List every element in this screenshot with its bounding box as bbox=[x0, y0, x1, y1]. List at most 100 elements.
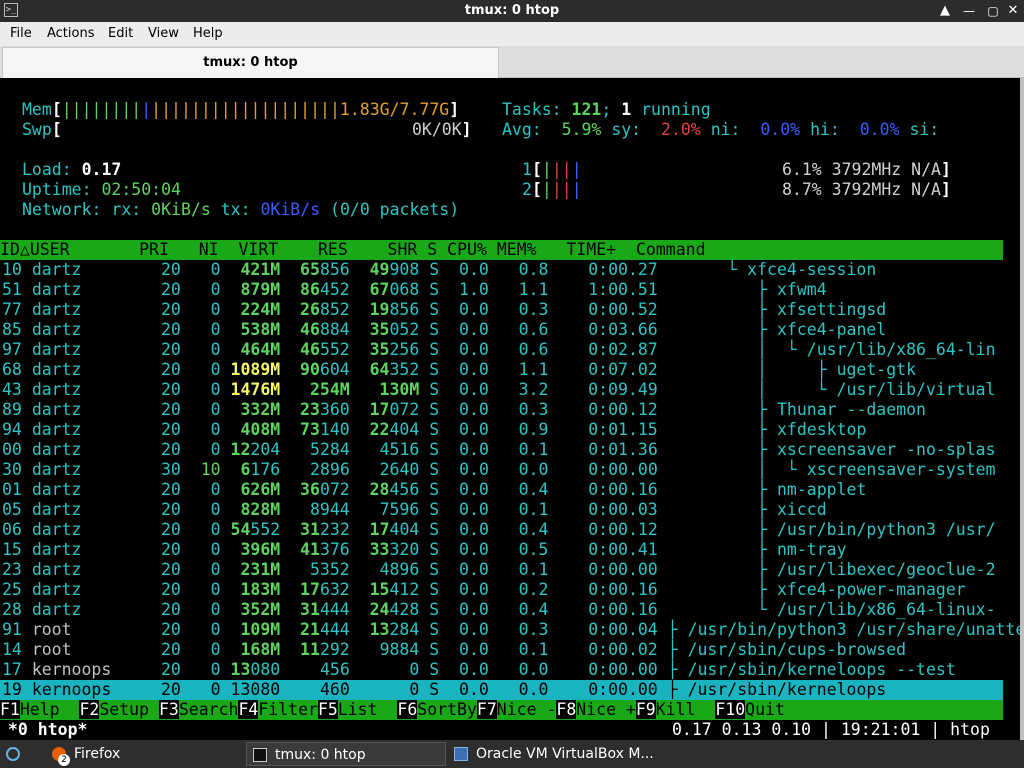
process-row[interactable]: 51 dartz 20 0 879M 86452 67068 S 1.0 1.1… bbox=[2, 280, 827, 300]
whisker-menu-icon[interactable] bbox=[6, 747, 20, 761]
shr-cell: 67068 bbox=[349, 280, 420, 299]
process-row[interactable]: 19 kernoops 20 0 13080 460 0 S 0.0 0.0 0… bbox=[2, 680, 886, 700]
pid-cell: 43 bbox=[2, 380, 32, 399]
fkey-f8[interactable]: F8 bbox=[556, 700, 577, 719]
priority-cell: 20 bbox=[121, 340, 181, 359]
col-cpu[interactable]: CPU% bbox=[447, 240, 487, 259]
minimize-button[interactable]: — bbox=[960, 2, 978, 20]
taskbar-item-virtualbox[interactable]: Oracle VM VirtualBox M... bbox=[448, 742, 658, 766]
mem-cell: 0.5 bbox=[488, 540, 549, 559]
process-row[interactable]: 97 dartz 20 0 464M 46552 35256 S 0.0 0.6… bbox=[2, 340, 996, 360]
command-cell: │ ├ uget-gtk bbox=[657, 360, 917, 379]
process-row[interactable]: 91 root 20 0 109M 21444 13284 S 0.0 0.3 … bbox=[2, 620, 1020, 640]
time-cell: 0:09.49 bbox=[548, 380, 658, 399]
process-row[interactable]: 06 dartz 20 0 54552 31232 17404 S 0.0 0.… bbox=[2, 520, 996, 540]
maximize-icon[interactable]: ▢ bbox=[984, 2, 1002, 20]
fkey-label-nice[interactable]: Nice - bbox=[497, 700, 557, 719]
state-cell: S bbox=[419, 300, 440, 319]
col-virt[interactable]: VIRT bbox=[238, 240, 278, 259]
tmux-window-label[interactable]: *0 htop* bbox=[0, 720, 87, 739]
process-table-header[interactable]: ID△USER PRI NI VIRT RES SHR S CPU% MEM% … bbox=[0, 240, 1003, 260]
res-cell: 254M bbox=[280, 380, 350, 399]
menu-actions[interactable]: Actions bbox=[47, 26, 95, 41]
col-res[interactable]: RES bbox=[318, 240, 348, 259]
fkey-label-quit[interactable]: Quit bbox=[745, 700, 785, 719]
fkey-label-setup[interactable]: Setup bbox=[99, 700, 159, 719]
fkey-f10[interactable]: F10 bbox=[715, 700, 746, 719]
process-row[interactable]: 28 dartz 20 0 352M 31444 24428 S 0.0 0.4… bbox=[2, 600, 996, 620]
fkey-label-list[interactable]: List bbox=[338, 700, 398, 719]
priority-cell: 20 bbox=[121, 600, 181, 619]
mem-cell: 0.9 bbox=[488, 420, 549, 439]
col-user[interactable]: USER bbox=[30, 240, 70, 259]
minimize-icon[interactable]: ▲ bbox=[936, 2, 954, 20]
col-pri[interactable]: PRI bbox=[139, 240, 169, 259]
process-row[interactable]: 43 dartz 20 0 1476M 254M 130M S 0.0 3.2 … bbox=[2, 380, 995, 400]
fkey-label-nice[interactable]: Nice + bbox=[576, 700, 636, 719]
process-row[interactable]: 17 kernoops 20 0 13080 456 0 S 0.0 0.0 0… bbox=[2, 660, 956, 680]
col-ni[interactable]: NI bbox=[199, 240, 219, 259]
close-icon[interactable]: ✕ bbox=[1004, 2, 1022, 20]
fkey-label-sortby[interactable]: SortBy bbox=[417, 700, 477, 719]
mem-cell: 0.1 bbox=[488, 560, 549, 579]
mem-meter: Mem[||||||||||||||||||||||||||||1.83G/7.… bbox=[22, 100, 460, 119]
command-cell: ├ /usr/sbin/kerneloops --test bbox=[657, 660, 956, 679]
fkey-label-help[interactable]: Help bbox=[20, 700, 80, 719]
process-row[interactable]: 00 dartz 20 0 12204 5284 4516 S 0.0 0.1 … bbox=[2, 440, 996, 460]
menu-help[interactable]: Help bbox=[193, 26, 223, 41]
fkey-f1[interactable]: F1 bbox=[0, 700, 20, 719]
fkey-f6[interactable]: F6 bbox=[397, 700, 418, 719]
fkey-f9[interactable]: F9 bbox=[635, 700, 656, 719]
nice-cell: 0 bbox=[180, 280, 221, 299]
process-row[interactable]: 77 dartz 20 0 224M 26852 19856 S 0.0 0.3… bbox=[2, 300, 886, 320]
col-command[interactable]: Command bbox=[636, 240, 706, 259]
uptime: Uptime: 02:50:04 bbox=[22, 180, 181, 199]
mem-cell: 0.4 bbox=[488, 520, 549, 539]
tab-tmux-htop[interactable]: tmux: 0 htop bbox=[2, 47, 499, 78]
col-shr[interactable]: SHR bbox=[388, 240, 418, 259]
process-row[interactable]: 10 dartz 20 0 421M 65856 49908 S 0.0 0.8… bbox=[2, 260, 876, 280]
time-cell: 0:00.02 bbox=[548, 640, 658, 659]
process-row[interactable]: 25 dartz 20 0 183M 17632 15412 S 0.0 0.2… bbox=[2, 580, 966, 600]
res-cell: 86452 bbox=[280, 280, 350, 299]
virt-cell: 626M bbox=[220, 480, 281, 499]
fkey-f2[interactable]: F2 bbox=[79, 700, 100, 719]
time-cell: 0:00.00 bbox=[548, 660, 658, 679]
process-row[interactable]: 05 dartz 20 0 828M 8944 7596 S 0.0 0.1 0… bbox=[2, 500, 827, 520]
shr-cell: 33320 bbox=[349, 540, 420, 559]
terminal-area[interactable]: Mem[||||||||||||||||||||||||||||1.83G/7.… bbox=[0, 78, 1024, 740]
res-cell: 17632 bbox=[280, 580, 350, 599]
fkey-f5[interactable]: F5 bbox=[317, 700, 338, 719]
menu-edit[interactable]: Edit bbox=[108, 26, 133, 41]
col-state[interactable]: S bbox=[427, 240, 437, 259]
taskbar-item-terminal[interactable]: tmux: 0 htop bbox=[246, 742, 446, 766]
process-row[interactable]: 30 dartz 30 10 6176 2896 2640 S 0.0 0.0 … bbox=[2, 460, 996, 480]
mem-cell: 0.2 bbox=[488, 580, 549, 599]
process-row[interactable]: 94 dartz 20 0 408M 73140 22404 S 0.0 0.9… bbox=[2, 420, 866, 440]
fkey-label-kill[interactable]: Kill bbox=[656, 700, 716, 719]
process-row[interactable]: 89 dartz 20 0 332M 23360 17072 S 0.0 0.3… bbox=[2, 400, 926, 420]
menu-view[interactable]: View bbox=[148, 26, 179, 41]
process-row[interactable]: 85 dartz 20 0 538M 46884 35052 S 0.0 0.6… bbox=[2, 320, 886, 340]
fkey-f3[interactable]: F3 bbox=[158, 700, 179, 719]
fkey-label-filter[interactable]: Filter bbox=[258, 700, 318, 719]
fkey-f4[interactable]: F4 bbox=[238, 700, 259, 719]
process-row[interactable]: 14 root 20 0 168M 11292 9884 S 0.0 0.1 0… bbox=[2, 640, 906, 660]
tasks-meter: Tasks: 121; 1 running bbox=[502, 100, 711, 119]
col-mem[interactable]: MEM% bbox=[497, 240, 537, 259]
col-time[interactable]: TIME+ bbox=[566, 240, 616, 259]
taskbar-item-firefox[interactable]: Firefox 2 bbox=[46, 742, 242, 766]
swap-meter: Swp[ bbox=[22, 120, 62, 139]
process-row[interactable]: 01 dartz 20 0 626M 36072 28456 S 0.0 0.4… bbox=[2, 480, 866, 500]
virt-cell: 109M bbox=[220, 620, 281, 639]
process-row[interactable]: 68 dartz 20 0 1089M 90604 64352 S 0.0 1.… bbox=[2, 360, 916, 380]
process-row[interactable]: 23 dartz 20 0 231M 5352 4896 S 0.0 0.1 0… bbox=[2, 560, 996, 580]
fkey-label-search[interactable]: Search bbox=[179, 700, 239, 719]
col-id[interactable]: ID△ bbox=[0, 240, 30, 259]
menu-file[interactable]: File bbox=[10, 26, 32, 41]
process-row[interactable]: 15 dartz 20 0 396M 41376 33320 S 0.0 0.5… bbox=[2, 540, 847, 560]
res-cell: 46552 bbox=[280, 340, 350, 359]
nice-cell: 0 bbox=[180, 340, 221, 359]
cpu-cell: 0.0 bbox=[439, 560, 489, 579]
fkey-f7[interactable]: F7 bbox=[476, 700, 497, 719]
